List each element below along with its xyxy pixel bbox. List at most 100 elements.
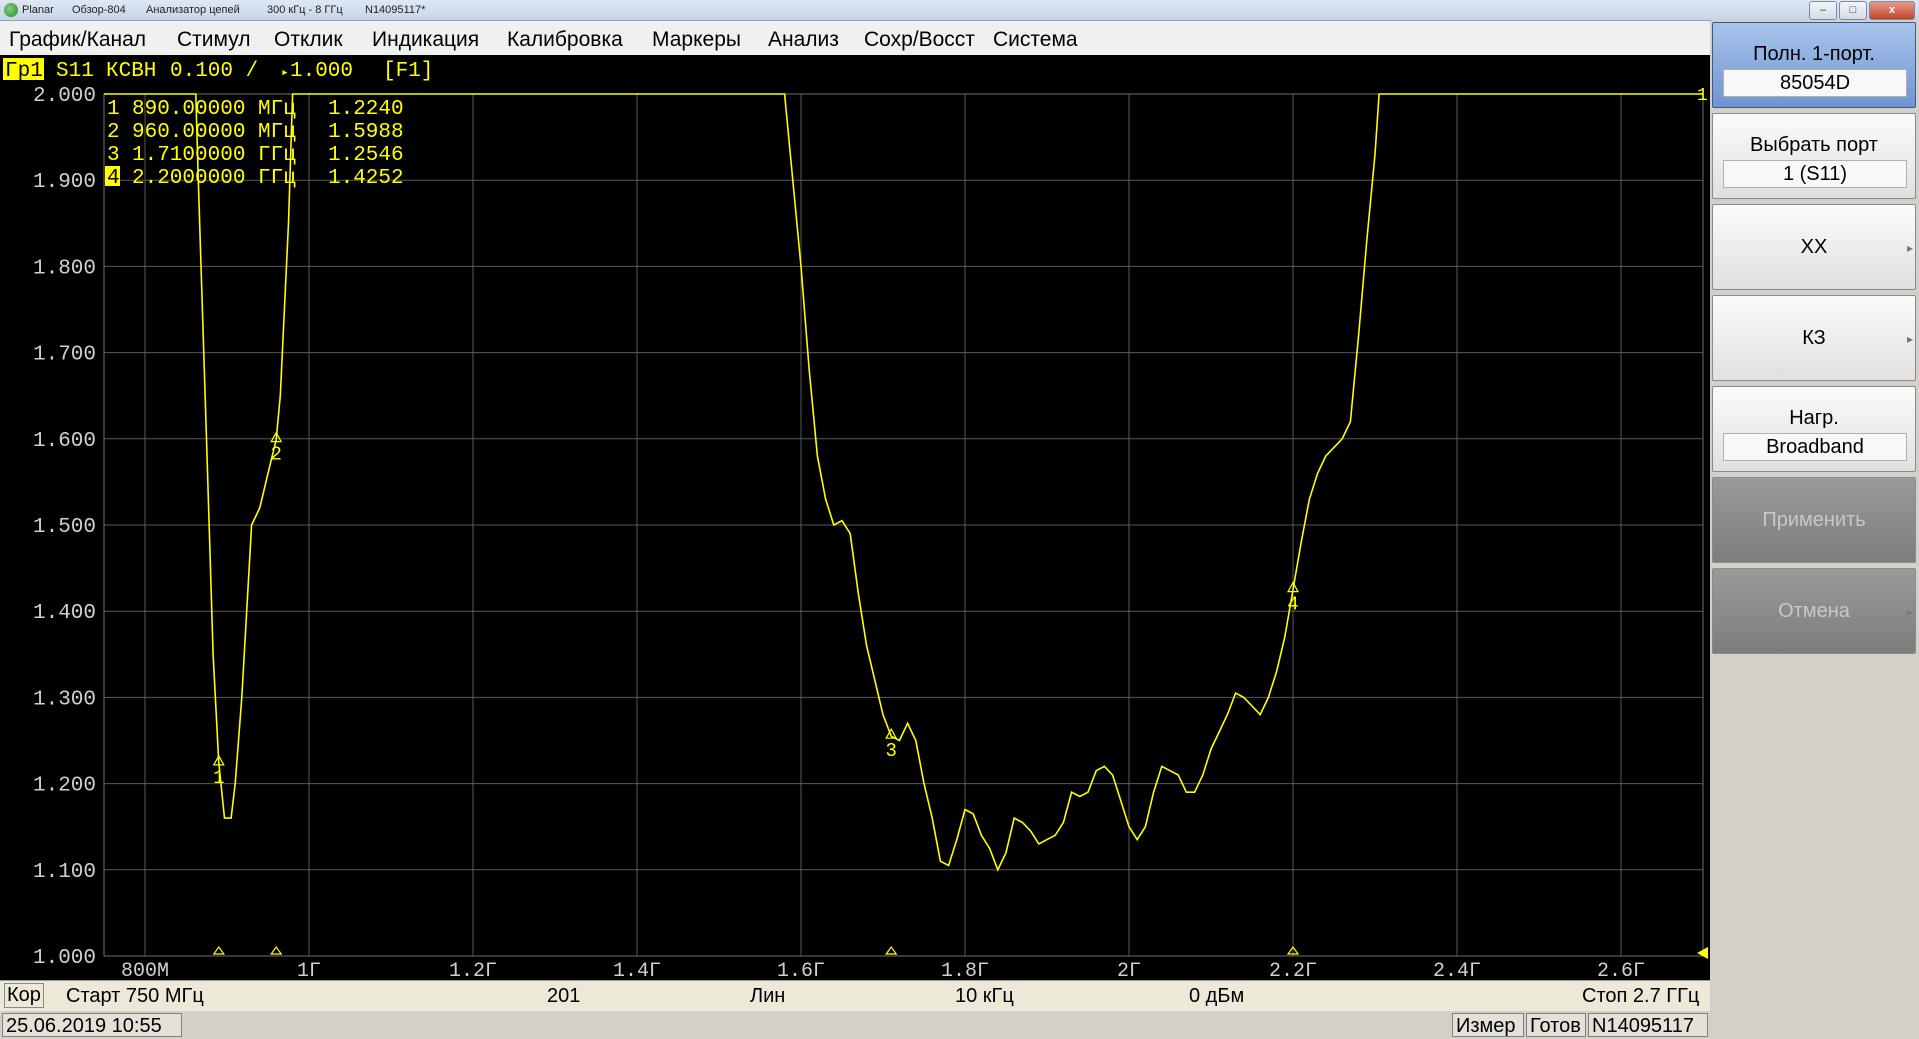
softkey-label: Нагр. xyxy=(1789,407,1839,429)
y-tick-label: 1.200 xyxy=(33,775,96,798)
marker-axis-triangle-icon xyxy=(212,945,225,955)
ref-pointer-icon: ▸ xyxy=(281,65,289,80)
channel-status-bar: Кор Старт 750 МГц 201 Лин 10 кГц 0 дБм С… xyxy=(0,980,1710,1012)
x-tick-label: 2.4Г xyxy=(1433,960,1481,980)
app-name: Planar xyxy=(22,4,54,16)
x-tick-labels: 800M 1Г 1.2Г 1.4Г 1.6Г 1.8Г 2Г 2.2Г 2.4Г 2.6Г xyxy=(121,960,1645,983)
x-tick-label: 2.2Г xyxy=(1269,960,1317,980)
sweep-type[interactable]: Лин xyxy=(750,985,785,1008)
x-tick-label: 2Г xyxy=(1117,960,1141,980)
marker-table-freq: 890.00000 МГц xyxy=(132,98,296,121)
marker-axis-triangle-icon xyxy=(270,945,283,955)
y-tick-label: 1.600 xyxy=(33,430,96,453)
if-bandwidth[interactable]: 10 кГц xyxy=(955,985,1014,1008)
device-model: Обзор-804 xyxy=(72,4,126,16)
y-tick-label: 1.500 xyxy=(33,516,96,539)
menu-graph-channel[interactable]: График/Канал xyxy=(9,28,146,52)
minimize-button[interactable]: – xyxy=(1809,1,1837,20)
marker-table-freq: 960.00000 МГц xyxy=(132,121,296,144)
marker-table-n-active: 4 xyxy=(107,167,120,190)
trace-s11-line xyxy=(104,93,1703,872)
marker-axis-triangle-icon xyxy=(885,945,898,955)
softkey-open[interactable]: ХХ ▸ xyxy=(1712,204,1916,290)
datetime: 25.06.2019 10:55 xyxy=(2,1013,182,1037)
softkey-label: Выбрать порт xyxy=(1750,134,1878,156)
marker-table-freq: 2.2000000 ГГц xyxy=(132,167,296,190)
x-tick-label: 1.6Г xyxy=(777,960,825,980)
measure-status: Измер xyxy=(1452,1013,1524,1037)
softkey-cancel[interactable]: Отмена ▸ xyxy=(1712,568,1916,654)
plot-grid xyxy=(104,93,1703,957)
device-type: Анализатор цепей xyxy=(146,4,240,16)
marker-number: 2 xyxy=(270,444,281,466)
submenu-arrow-icon: ▸ xyxy=(1906,332,1913,346)
vswr-chart[interactable]: 2.000 1.900 1.800 1.700 1.600 1.500 1.400 1.300… xyxy=(0,55,1710,983)
trace-ref-label: 1 xyxy=(1697,86,1708,106)
menu-markers[interactable]: Маркеры xyxy=(652,28,741,52)
softkey-value: Broadband xyxy=(1723,433,1907,461)
y-tick-label: 1.400 xyxy=(33,602,96,625)
menu-display[interactable]: Индикация xyxy=(372,28,479,52)
marker-table-value: 1.2546 xyxy=(328,144,404,167)
menu-response[interactable]: Отклик xyxy=(274,28,343,52)
x-tick-label: 1Г xyxy=(297,960,321,980)
softkey-short[interactable]: КЗ ▸ xyxy=(1712,295,1916,381)
x-tick-label: 1.8Г xyxy=(941,960,989,980)
trace-fkey: [F1] xyxy=(383,60,433,83)
ready-status: Готов xyxy=(1526,1013,1586,1037)
marker-table-value: 1.2240 xyxy=(328,98,404,121)
marker-table-n: 3 xyxy=(107,144,120,167)
menu-system[interactable]: Система xyxy=(993,28,1078,52)
marker-table-value: 1.5988 xyxy=(328,121,404,144)
close-button[interactable]: x xyxy=(1869,1,1915,20)
x-tick-label: 800M xyxy=(121,960,169,980)
softkey-label: КЗ xyxy=(1802,327,1826,349)
softkey-value: 85054D xyxy=(1723,69,1907,97)
submenu-arrow-icon: ▸ xyxy=(1906,605,1913,619)
softkey-select-port[interactable]: Выбрать порт 1 (S11) xyxy=(1712,113,1916,199)
trace-format[interactable]: КСВН xyxy=(106,60,156,83)
device-serial: N14095117* xyxy=(365,4,426,16)
serial-status: N14095117 xyxy=(1588,1013,1708,1037)
trace-param[interactable]: S11 xyxy=(56,60,94,83)
marker-number: 4 xyxy=(1287,594,1298,616)
device-range: 300 кГц - 8 ГГц xyxy=(267,4,343,16)
trace-ref[interactable]: 1.000 xyxy=(290,60,353,83)
correction-indicator[interactable]: Кор xyxy=(4,983,44,1008)
softkey-load[interactable]: Нагр. Broadband xyxy=(1712,386,1916,472)
graph-badge[interactable]: Гр1 xyxy=(5,60,43,83)
marker-table-value: 1.4252 xyxy=(328,167,404,190)
y-tick-labels: 2.000 1.900 1.800 1.700 1.600 1.500 1.400 1.300… xyxy=(33,85,96,970)
softkey-full-1port[interactable]: Полн. 1-порт. 85054D xyxy=(1712,22,1916,108)
softkey-panel: Полн. 1-порт. 85054D Выбрать порт 1 (S11… xyxy=(1711,20,1919,1039)
y-tick-label: 1.900 xyxy=(33,171,96,194)
power-level[interactable]: 0 дБм xyxy=(1189,985,1244,1008)
start-frequency[interactable]: Старт 750 МГц xyxy=(66,985,204,1008)
y-tick-label: 1.300 xyxy=(33,688,96,711)
stop-frequency[interactable]: Стоп 2.7 ГГц xyxy=(1582,985,1699,1008)
marker-number: 1 xyxy=(213,767,224,789)
softkey-label: Применить xyxy=(1762,509,1866,531)
softkey-label: ХХ xyxy=(1800,236,1828,258)
menu-analysis[interactable]: Анализ xyxy=(768,28,839,52)
points-count[interactable]: 201 xyxy=(547,985,580,1008)
maximize-button[interactable]: □ xyxy=(1839,1,1867,20)
instrument-status-bar: 25.06.2019 10:55 Измер Готов N14095117 xyxy=(0,1011,1710,1039)
measurement-plot[interactable]: 2.000 1.900 1.800 1.700 1.600 1.500 1.400 1.300… xyxy=(0,55,1710,983)
y-tick-label: 1.800 xyxy=(33,257,96,280)
x-tick-label: 1.4Г xyxy=(613,960,661,980)
app-logo-icon xyxy=(4,3,18,17)
y-tick-label: 1.100 xyxy=(33,861,96,884)
menu-bar: График/Канал Стимул Отклик Индикация Кал… xyxy=(0,21,1710,56)
x-tick-label: 2.6Г xyxy=(1597,960,1645,980)
submenu-arrow-icon: ▸ xyxy=(1906,241,1913,255)
trace-scale[interactable]: 0.100 / xyxy=(170,60,258,83)
softkey-apply[interactable]: Применить xyxy=(1712,477,1916,563)
softkey-value: 1 (S11) xyxy=(1723,160,1907,188)
menu-calibration[interactable]: Калибровка xyxy=(507,28,623,52)
marker-table-n: 1 xyxy=(107,98,120,121)
menu-stimulus[interactable]: Стимул xyxy=(177,28,250,52)
marker-number: 3 xyxy=(885,740,896,762)
menu-save-recall[interactable]: Сохр/Восст xyxy=(864,28,975,52)
y-tick-label: 1.000 xyxy=(33,947,96,970)
